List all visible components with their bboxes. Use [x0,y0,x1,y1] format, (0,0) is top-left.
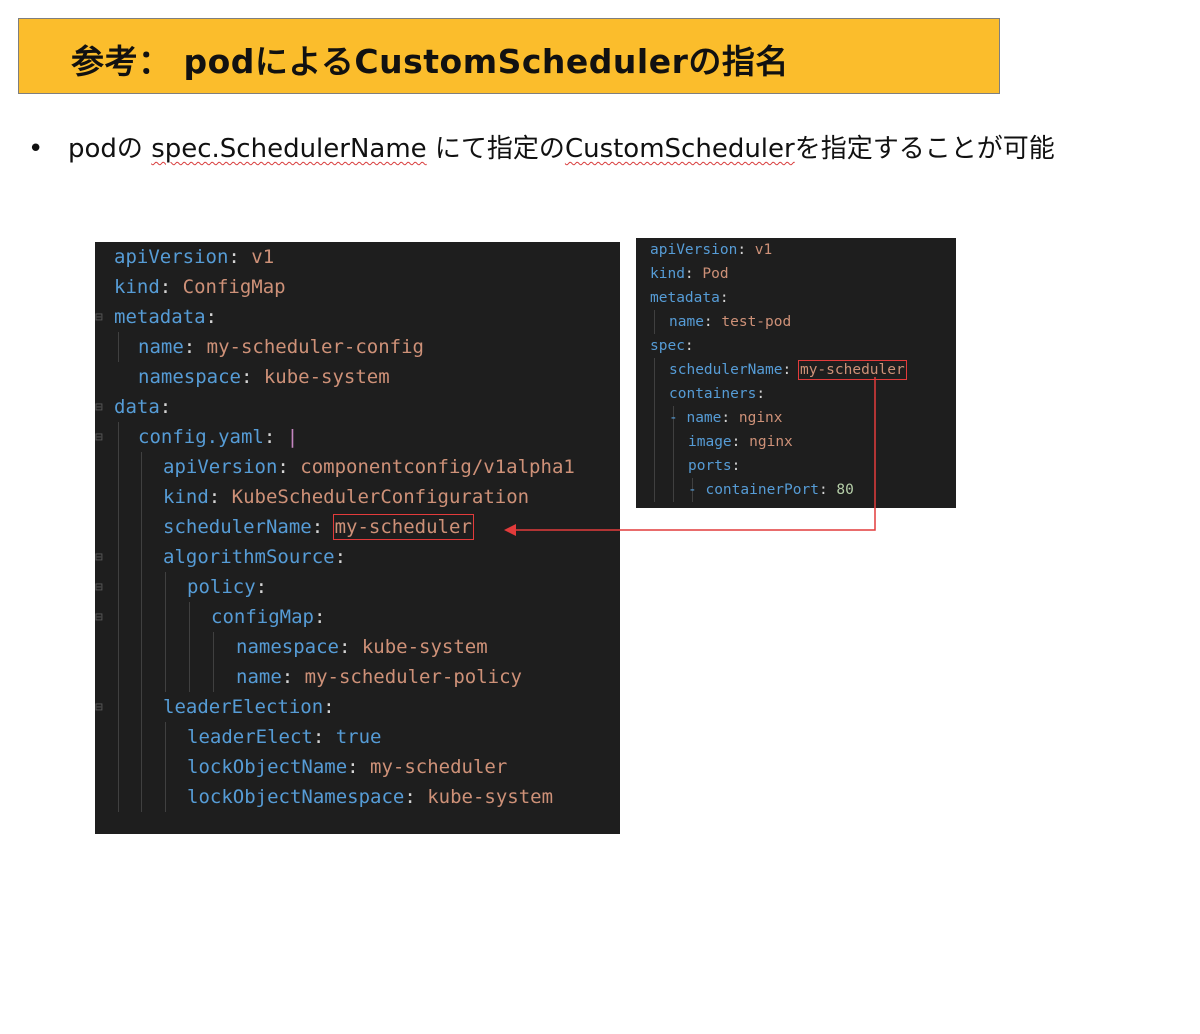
connector-arrow [504,377,876,536]
